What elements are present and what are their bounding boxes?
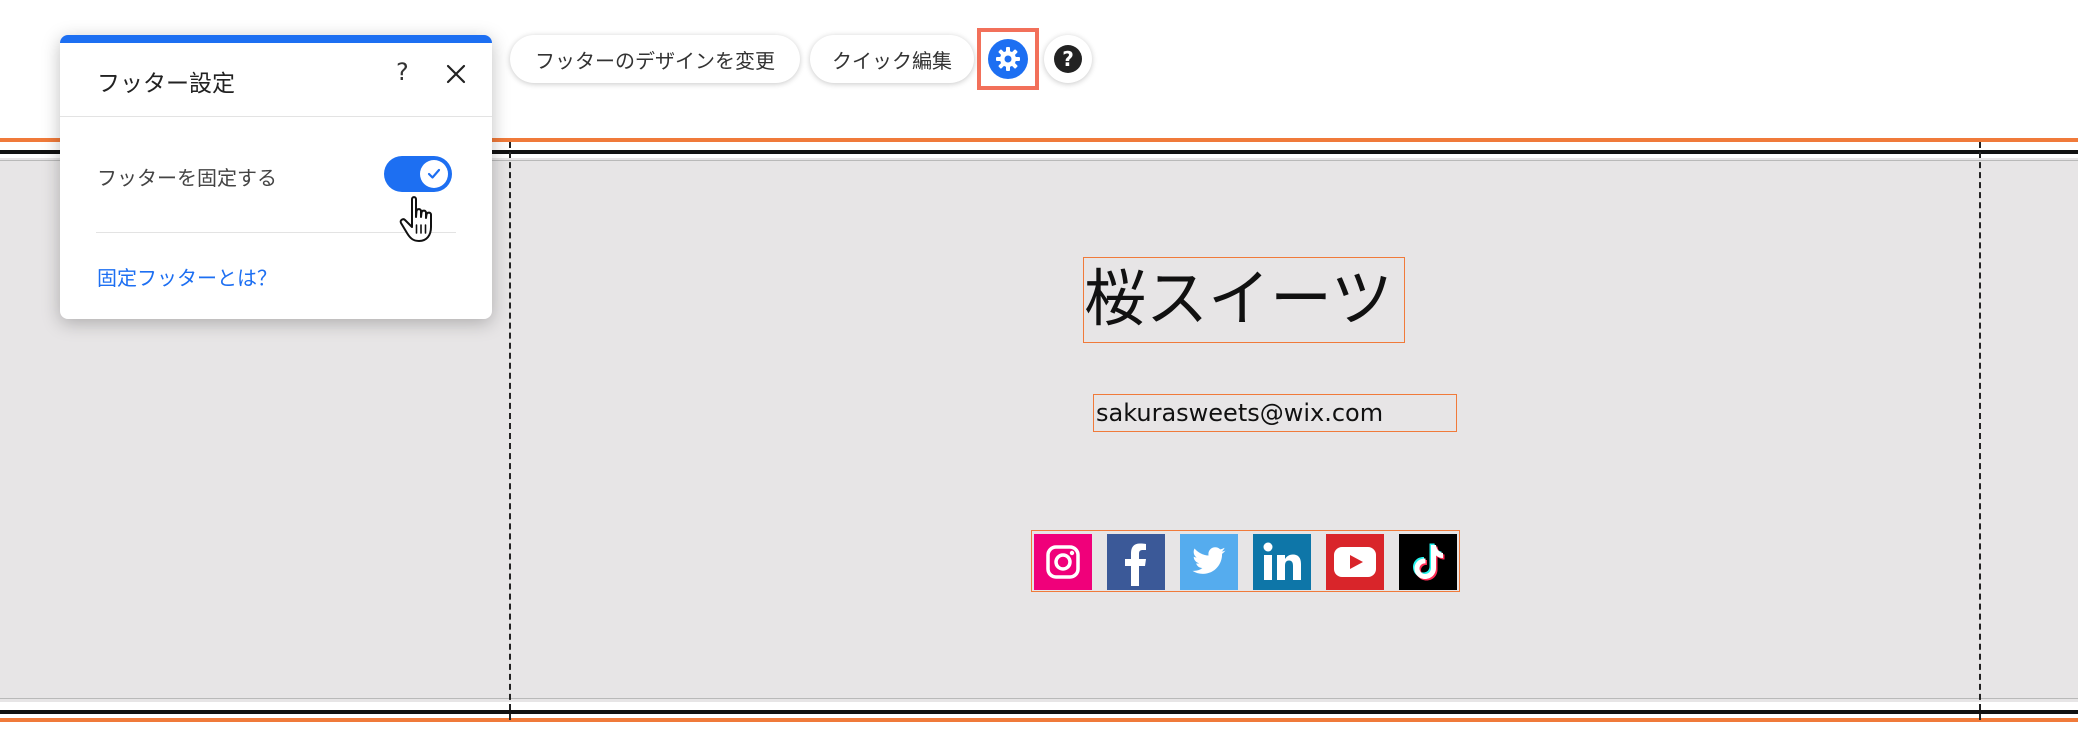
hand-cursor-icon [398, 195, 442, 247]
footer-border-bottom [0, 710, 2078, 714]
quick-edit-button[interactable]: クイック編集 [810, 35, 974, 83]
panel-divider [60, 116, 492, 117]
tiktok-icon[interactable] [1399, 534, 1457, 590]
twitter-icon[interactable] [1180, 534, 1238, 590]
footer-inner-border-bottom [0, 698, 2078, 699]
help-button[interactable]: ? [1044, 35, 1092, 83]
gridline-right [1979, 142, 1981, 720]
youtube-icon[interactable] [1326, 534, 1384, 590]
email-text: sakurasweets@wix.com [1096, 399, 1384, 427]
question-icon: ? [1054, 45, 1082, 73]
change-footer-design-button[interactable]: フッターのデザインを変更 [510, 35, 800, 83]
fix-footer-label: フッターを固定する [97, 166, 277, 190]
social-bar[interactable] [1031, 530, 1460, 592]
gridline-left [509, 142, 511, 720]
checkmark-icon [427, 168, 441, 179]
site-title: 桜スイーツ [1084, 262, 1393, 335]
footer-selection-border-bottom [0, 718, 2078, 722]
panel-help-button[interactable]: ? [396, 58, 409, 86]
what-is-fixed-footer-link[interactable]: 固定フッターとは？ [97, 262, 277, 291]
facebook-icon[interactable] [1107, 534, 1165, 590]
panel-accent-bar [60, 35, 492, 43]
toggle-knob [420, 160, 448, 188]
email-element[interactable]: sakurasweets@wix.com [1093, 394, 1457, 432]
linkedin-icon[interactable] [1253, 534, 1311, 590]
instagram-icon[interactable] [1034, 534, 1092, 590]
settings-button[interactable] [988, 39, 1028, 79]
close-icon[interactable] [446, 64, 466, 84]
site-title-element[interactable]: 桜スイーツ [1083, 257, 1405, 343]
fix-footer-toggle[interactable] [384, 156, 452, 192]
gear-icon [996, 47, 1020, 71]
panel-title: フッター設定 [97, 71, 235, 97]
